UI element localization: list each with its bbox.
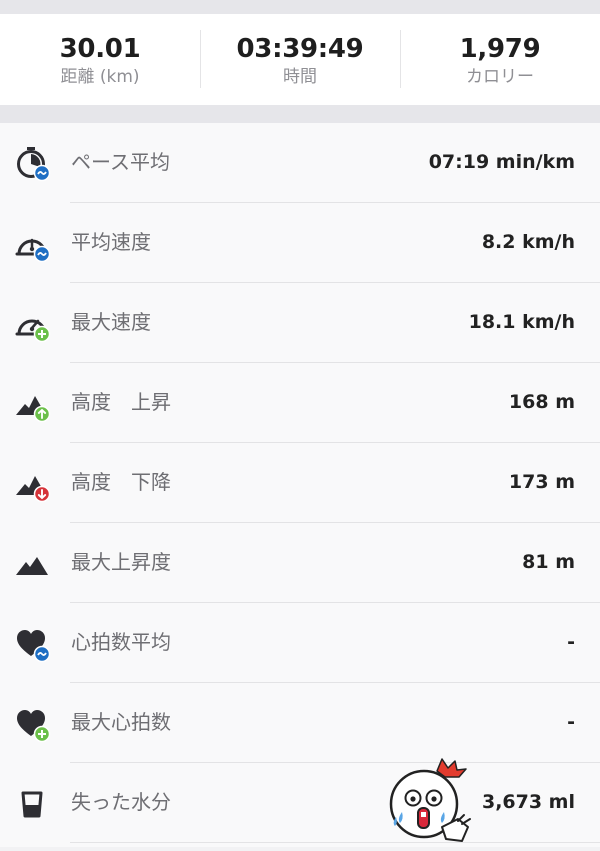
- max-speed-label: 最大速度: [71, 310, 151, 334]
- distance-label: 距離 (km): [60, 67, 140, 87]
- heart-max-icon: [14, 705, 54, 745]
- mountain-max-icon: [14, 545, 54, 585]
- distance-value: 30.01: [59, 34, 141, 64]
- mountain-ascent-icon: [14, 385, 54, 425]
- average-heart-rate-value: -: [567, 631, 575, 653]
- row-max-elevation: 最大上昇度 81 m: [0, 523, 600, 603]
- top-band: [0, 0, 600, 14]
- duration-label: 時間: [283, 67, 317, 87]
- row-elevation-descent: 高度 下降 173 m: [0, 443, 600, 523]
- average-speed-value: 8.2 km/h: [481, 231, 575, 253]
- summary-bar: 30.01 距離 (km) 03:39:49 時間 1,979 カロリー: [0, 14, 600, 105]
- elevation-descent-value: 173 m: [508, 471, 575, 493]
- max-heart-rate-value: -: [567, 711, 575, 733]
- calories-value: 1,979: [459, 34, 541, 64]
- crying-mascot-sticker: [384, 757, 476, 847]
- row-average-heart-rate: 心拍数平均 -: [0, 603, 600, 683]
- section-gap: [0, 105, 600, 123]
- row-average-pace: ペース平均 07:19 min/km: [0, 123, 600, 203]
- elevation-ascent-value: 168 m: [508, 391, 575, 413]
- summary-duration: 03:39:49 時間: [200, 14, 400, 105]
- elevation-ascent-label: 高度 上昇: [71, 390, 171, 414]
- heart-average-icon: [14, 625, 54, 665]
- average-pace-value: 07:19 min/km: [428, 151, 575, 173]
- row-max-heart-rate: 最大心拍数 -: [0, 683, 600, 763]
- duration-value: 03:39:49: [236, 34, 364, 64]
- row-elevation-ascent: 高度 上昇 168 m: [0, 363, 600, 443]
- max-elevation-label: 最大上昇度: [71, 550, 171, 574]
- average-speed-label: 平均速度: [71, 230, 151, 254]
- row-max-speed: 最大速度 18.1 km/h: [0, 283, 600, 363]
- stats-list: ペース平均 07:19 min/km 平均速度 8.2 km/h 最大速度 18…: [0, 123, 600, 847]
- row-water-loss: 失った水分 3,673 ml: [0, 763, 600, 843]
- speedometer-average-icon: [14, 225, 54, 265]
- row-average-speed: 平均速度 8.2 km/h: [0, 203, 600, 283]
- average-heart-rate-label: 心拍数平均: [71, 630, 171, 654]
- water-loss-value: 3,673 ml: [481, 791, 575, 813]
- mountain-descent-icon: [14, 465, 54, 505]
- speedometer-max-icon: [14, 305, 54, 345]
- row-divider: [70, 842, 600, 843]
- water-cup-icon: [14, 785, 54, 825]
- max-elevation-value: 81 m: [522, 551, 575, 573]
- elevation-descent-label: 高度 下降: [71, 470, 171, 494]
- stopwatch-pace-icon: [14, 145, 54, 185]
- calories-label: カロリー: [466, 67, 534, 87]
- water-loss-label: 失った水分: [71, 790, 171, 814]
- summary-distance: 30.01 距離 (km): [0, 14, 200, 105]
- max-speed-value: 18.1 km/h: [468, 311, 575, 333]
- max-heart-rate-label: 最大心拍数: [71, 710, 171, 734]
- summary-calories: 1,979 カロリー: [400, 14, 600, 105]
- average-pace-label: ペース平均: [71, 150, 170, 174]
